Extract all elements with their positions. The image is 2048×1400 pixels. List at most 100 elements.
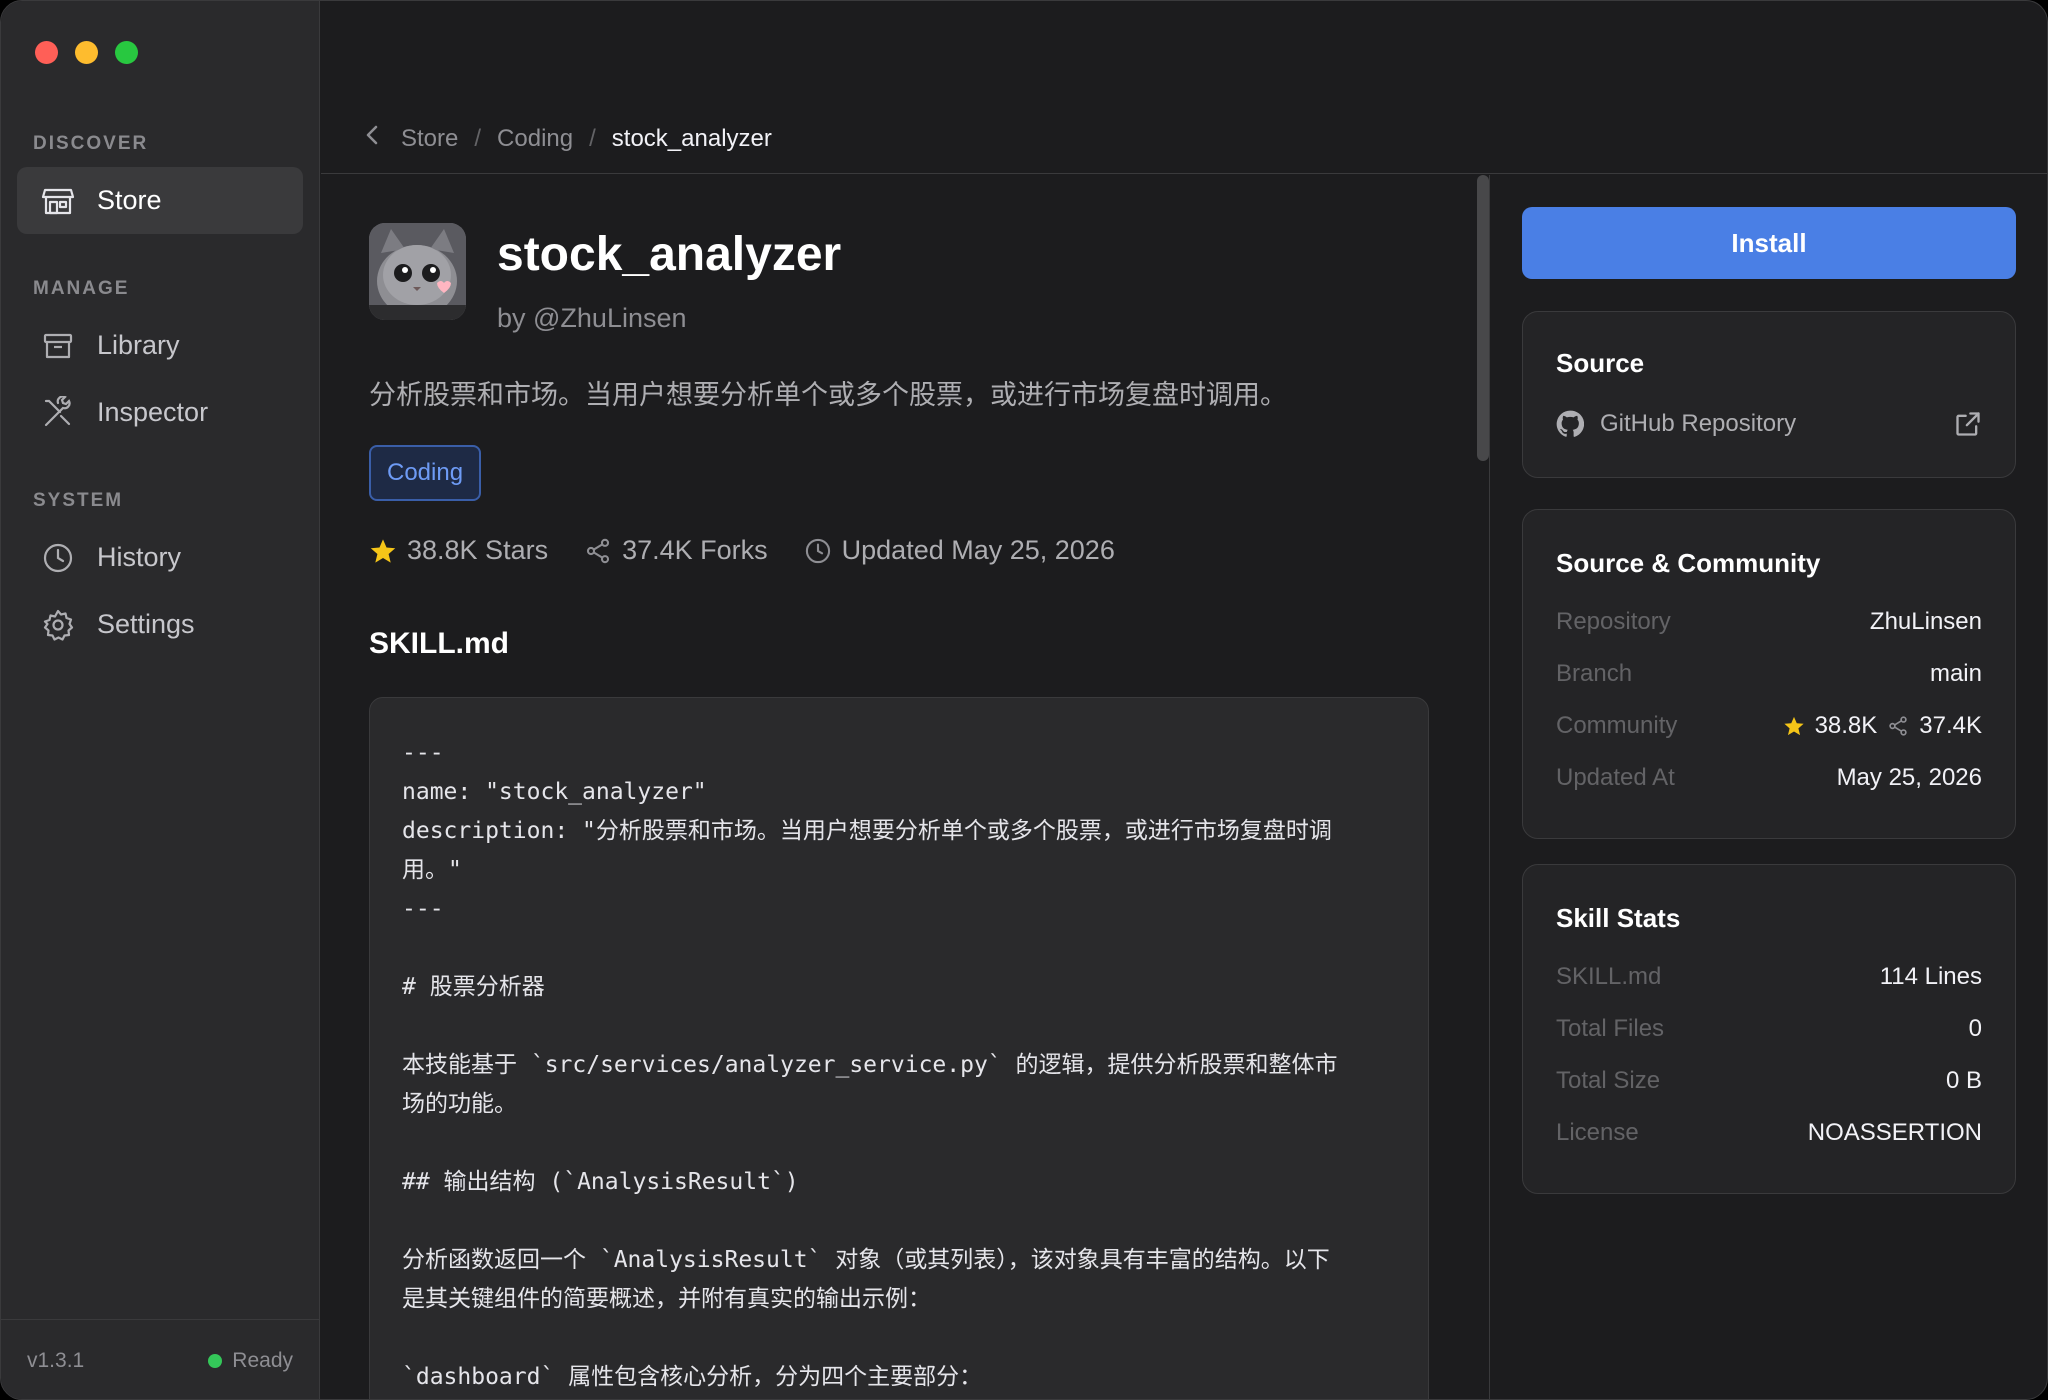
clock-icon [41, 541, 75, 575]
store-icon [41, 184, 75, 218]
section-label-discover: DISCOVER [33, 133, 149, 154]
status-indicator: Ready [208, 1349, 293, 1373]
community-value: 38.8K 37.4K [1783, 712, 1982, 740]
star-icon [1783, 716, 1804, 736]
sidebar-item-label: Inspector [97, 397, 209, 427]
total-size-row: Total Size 0 B [1556, 1067, 1982, 1095]
minimize-window-button[interactable] [75, 41, 98, 64]
app-version: v1.3.1 [27, 1348, 85, 1372]
section-label-manage: MANAGE [33, 278, 130, 299]
status-dot-icon [208, 1353, 223, 1368]
community-label: Community [1556, 712, 1678, 739]
total-files-row: Total Files 0 [1556, 1015, 1982, 1043]
community-stars: 38.8K [1814, 712, 1878, 739]
sidebar: DISCOVER Store MANAGE Library Inspector … [1, 1, 320, 1399]
source-community-title: Source & Community [1556, 548, 1821, 578]
breadcrumb-current: stock_analyzer [611, 124, 772, 152]
source-card-title: Source [1556, 348, 1645, 378]
close-window-button[interactable] [35, 41, 58, 64]
breadcrumb-store[interactable]: Store [401, 125, 458, 153]
forks-count: 37.4K Forks [622, 535, 768, 565]
code-line: name: "stock_analyzer" [402, 779, 707, 805]
sidebar-footer: v1.3.1 Ready [1, 1319, 319, 1399]
branch-label: Branch [1556, 660, 1633, 687]
updated-stat: Updated May 25, 2026 [804, 535, 1115, 566]
zoom-window-button[interactable] [115, 41, 138, 64]
sidebar-item-settings[interactable]: Settings [17, 591, 303, 658]
forks-stat: 37.4K Forks [584, 535, 768, 566]
skillmd-value: 114 Lines [1879, 963, 1982, 990]
breadcrumb-coding[interactable]: Coding [497, 125, 573, 153]
skill-md-heading: SKILL.md [369, 627, 509, 660]
github-repository-label: GitHub Repository [1600, 410, 1797, 437]
code-line: 用。" [402, 857, 462, 883]
share-icon [586, 538, 610, 563]
skill-author[interactable]: by @ZhuLinsen [497, 303, 687, 334]
updated-at-value: May 25, 2026 [1836, 764, 1982, 791]
status-label: Ready [232, 1348, 293, 1372]
updated-at-label: Updated At [1556, 764, 1675, 791]
license-label: License [1556, 1119, 1639, 1146]
branch-value: main [1929, 660, 1982, 687]
license-row: License NOASSERTION [1556, 1119, 1982, 1147]
breadcrumb-separator: / [589, 124, 596, 152]
skill-md-content: --- name: "stock_analyzer" description: … [369, 697, 1429, 1399]
clock-icon [805, 538, 830, 563]
skillmd-lines-row: SKILL.md 114 Lines [1556, 963, 1982, 991]
header: Store / Coding / stock_analyzer [321, 1, 2047, 174]
main-scrollbar[interactable] [1477, 175, 1489, 461]
total-size-label: Total Size [1556, 1067, 1661, 1094]
repository-row: Repository ZhuLinsen [1556, 608, 1982, 636]
chevron-left-icon[interactable] [361, 123, 385, 154]
repository-label: Repository [1556, 608, 1671, 635]
external-link-icon[interactable] [1954, 410, 1982, 438]
repository-value: ZhuLinsen [1869, 608, 1982, 635]
skillmd-label: SKILL.md [1556, 963, 1662, 990]
sidebar-item-inspector[interactable]: Inspector [17, 379, 303, 446]
code-line: ## 输出结构 (`AnalysisResult`) [402, 1169, 799, 1195]
install-button[interactable]: Install [1522, 207, 2016, 279]
app-window: DISCOVER Store MANAGE Library Inspector … [0, 0, 2048, 1400]
github-repository-link[interactable]: GitHub Repository [1556, 410, 1982, 438]
gear-icon [41, 608, 75, 642]
total-files-label: Total Files [1556, 1015, 1665, 1042]
sidebar-item-library[interactable]: Library [17, 312, 303, 379]
skill-stats-row: 38.8K Stars 37.4K Forks Updated May 25, … [369, 535, 1115, 566]
code-line: description: "分析股票和市场。当用户想要分析单个或多个股票，或进行… [402, 818, 1332, 844]
category-tag[interactable]: Coding [369, 445, 482, 501]
skill-stats-card: Skill Stats SKILL.md 114 Lines Total Fil… [1522, 864, 2016, 1194]
star-icon [370, 538, 396, 563]
sidebar-item-history[interactable]: History [17, 524, 303, 591]
tools-icon [41, 395, 75, 430]
github-icon [1556, 410, 1584, 437]
sidebar-item-label: Store [97, 185, 162, 215]
sidebar-item-store[interactable]: Store [17, 167, 303, 234]
code-line: --- [402, 740, 444, 766]
archive-icon [41, 329, 75, 363]
code-line: 分析函数返回一个 `AnalysisResult` 对象（或其列表），该对象具有… [402, 1247, 1330, 1273]
share-icon [1889, 716, 1907, 736]
total-size-value: 0 B [1945, 1067, 1982, 1094]
window-controls [35, 41, 138, 64]
total-files-value: 0 [1968, 1015, 1982, 1042]
community-row: Community 38.8K 37.4K [1556, 712, 1982, 740]
community-forks: 37.4K [1919, 712, 1982, 739]
source-card: Source GitHub Repository [1522, 311, 2016, 478]
code-line: `dashboard` 属性包含核心分析，分为四个主要部分： [402, 1364, 983, 1390]
sidebar-item-label: Settings [97, 609, 195, 639]
skill-title: stock_analyzer [497, 228, 842, 281]
updated-at-row: Updated At May 25, 2026 [1556, 764, 1982, 792]
stars-stat: 38.8K Stars [369, 535, 548, 566]
branch-row: Branch main [1556, 660, 1982, 688]
section-label-system: SYSTEM [33, 490, 124, 511]
code-line: --- [402, 896, 444, 922]
details-panel: Install Source GitHub Repository Source … [1490, 175, 2047, 1399]
sidebar-item-label: History [97, 542, 182, 572]
skill-stats-title: Skill Stats [1556, 903, 1681, 933]
breadcrumb-separator: / [474, 124, 482, 152]
